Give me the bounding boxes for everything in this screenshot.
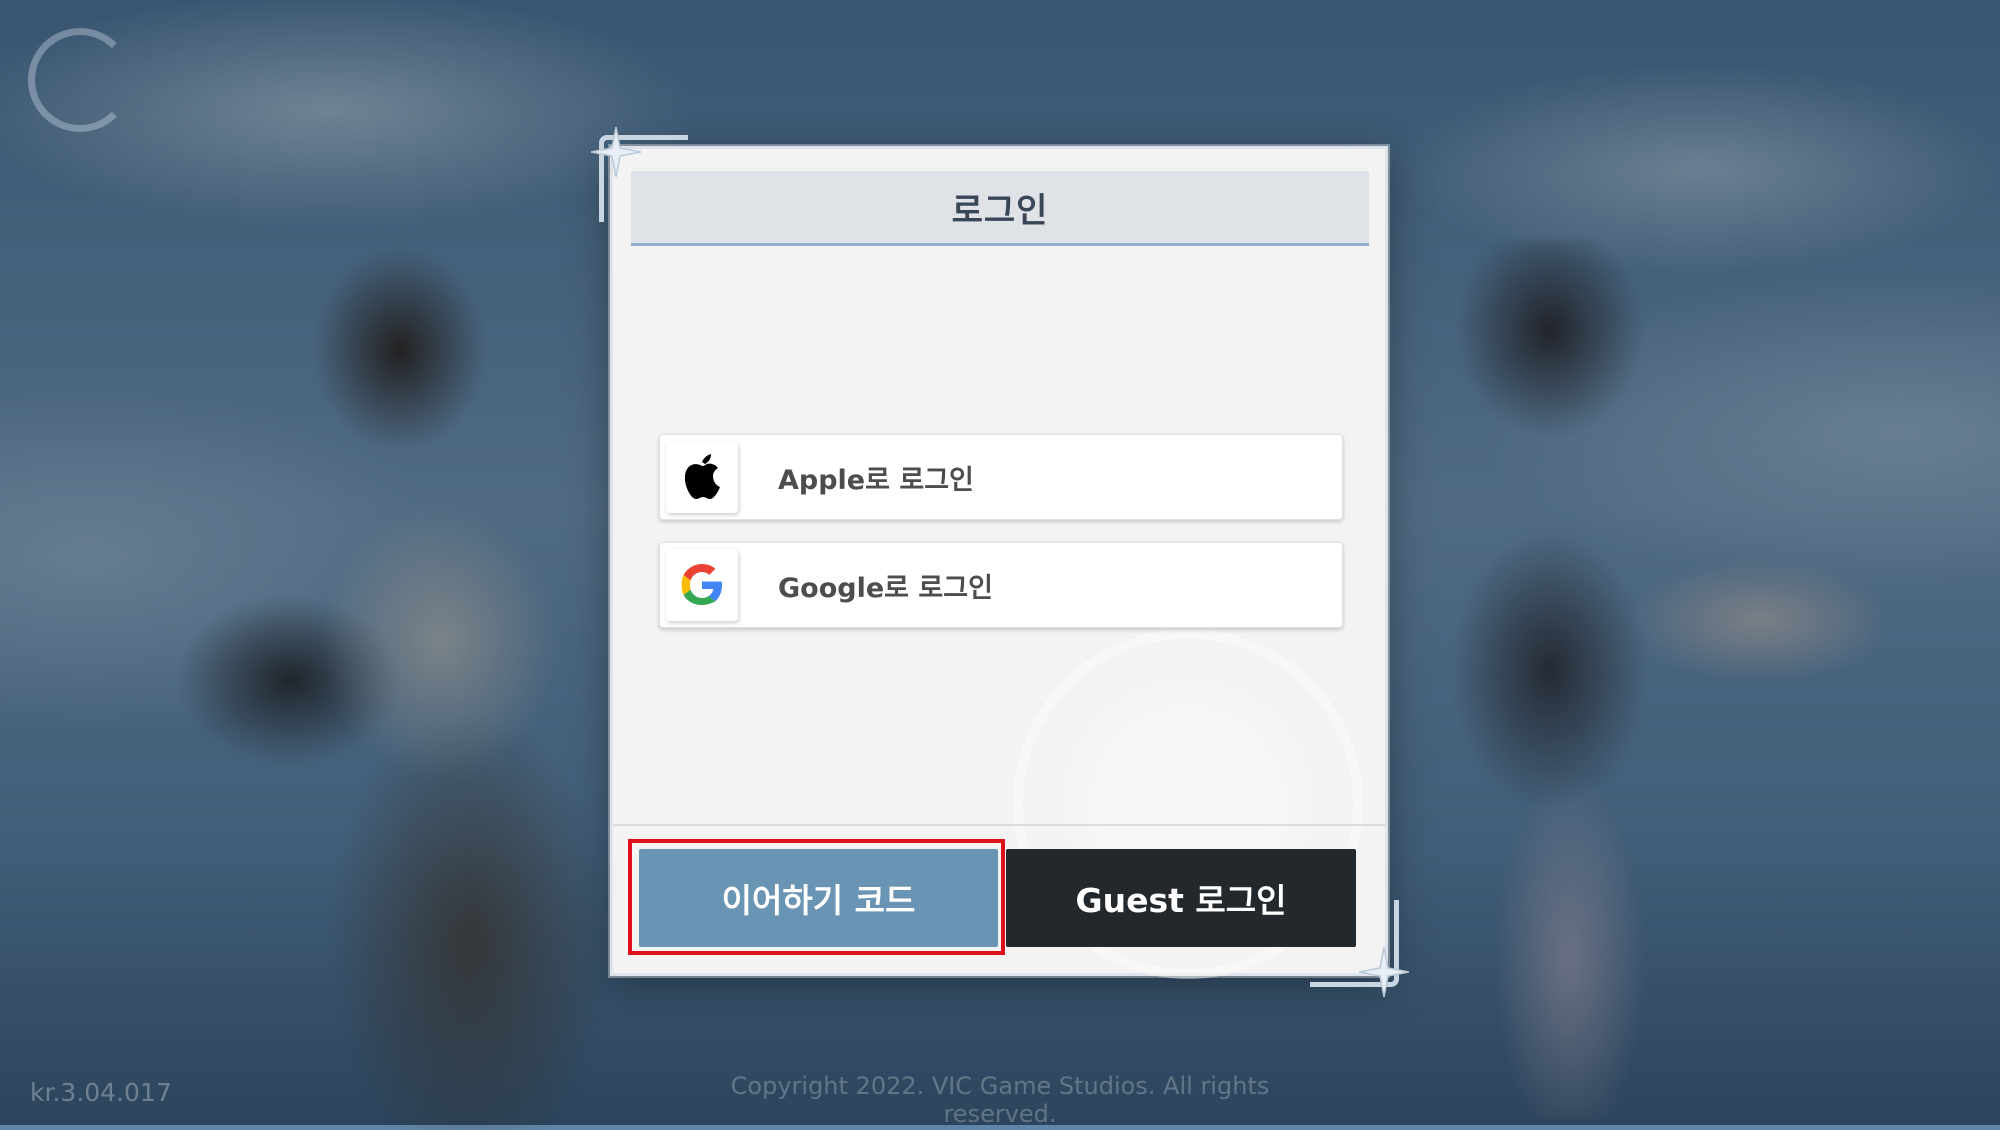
continue-code-label: 이어하기 코드 [721,881,916,920]
guest-login-button[interactable]: Guest 로그인 [1006,849,1356,947]
guest-login-label: Guest 로그인 [1075,881,1287,920]
google-icon-box [666,549,738,621]
version-label: kr.3.04.017 [30,1078,172,1107]
apple-login-button[interactable]: Apple로 로그인 [659,434,1343,520]
apple-login-label: Apple로 로그인 [778,464,974,496]
google-login-label: Google로 로그인 [778,572,993,604]
sparkle-star-icon [1359,947,1409,997]
dialog-header: 로그인 [631,171,1369,246]
apple-icon [684,454,720,499]
game-logo-icon [28,28,132,132]
google-login-button[interactable]: Google로 로그인 [659,542,1343,628]
dialog-title: 로그인 [951,190,1049,231]
google-icon [681,564,722,605]
copyright-text: Copyright 2022. VIC Game Studios. All ri… [730,1072,1270,1128]
login-dialog: 로그인 Apple로 로그인 Google로 로그인 이어하기 코드 Guest… [591,127,1409,997]
continue-code-button[interactable]: 이어하기 코드 [639,849,998,947]
apple-icon-box [666,441,738,513]
dialog-divider [613,824,1385,826]
sparkle-star-icon [591,127,641,177]
